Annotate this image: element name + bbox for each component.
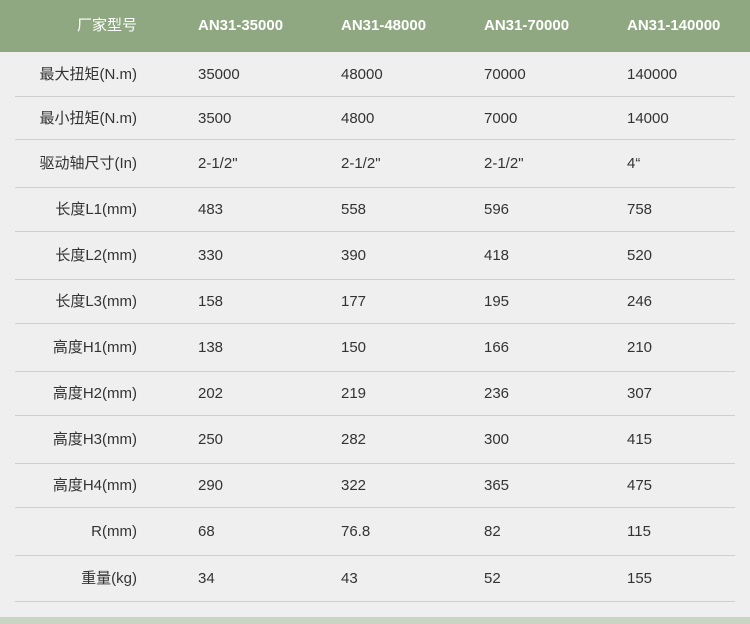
row-label: 长度L3(mm) [55, 293, 137, 310]
header-model-3: AN31-70000 [484, 17, 570, 34]
row-label: 高度H3(mm) [52, 431, 137, 448]
row-value-col2: 219 [341, 385, 367, 402]
row-value-col3: 52 [484, 570, 501, 587]
bottom-bar [0, 617, 750, 624]
row-value-col1: 158 [198, 293, 224, 310]
row-label: 最小扭矩(N.m) [39, 110, 138, 127]
row-value-col3: 166 [484, 339, 510, 356]
row-value-col3: 7000 [484, 110, 518, 127]
row-value-col1: 330 [198, 247, 224, 264]
row-value-col4: 140000 [627, 66, 678, 83]
table-row: R(mm) 68 76.8 82 115 [15, 508, 735, 556]
row-label: 高度H4(mm) [52, 477, 137, 494]
header-model-4: AN31-140000 [627, 17, 721, 34]
row-value-col2: 48000 [341, 66, 383, 83]
row-value-col2: 558 [341, 201, 367, 218]
row-value-col2: 43 [341, 570, 358, 587]
table-row: 长度L3(mm) 158 177 195 246 [15, 280, 735, 324]
row-value-col2: 322 [341, 477, 367, 494]
row-value-col1: 202 [198, 385, 224, 402]
row-value-col1: 138 [198, 339, 224, 356]
table-row: 重量(kg) 34 43 52 155 [15, 556, 735, 602]
row-value-col3: 70000 [484, 66, 526, 83]
row-value-col4: 14000 [627, 110, 669, 127]
row-value-col3: 195 [484, 293, 510, 310]
row-value-col4: 520 [627, 247, 653, 264]
row-value-col4: 415 [627, 431, 653, 448]
table-row: 长度L2(mm) 330 390 418 520 [15, 232, 735, 280]
row-value-col2: 282 [341, 431, 367, 448]
row-value-col4: 307 [627, 385, 653, 402]
row-value-col4: 155 [627, 570, 653, 587]
table-row: 驱动轴尺寸(In) 2-1/2" 2-1/2" 2-1/2" 4“ [15, 140, 735, 188]
row-value-col3: 596 [484, 201, 510, 218]
row-value-col2: 390 [341, 247, 367, 264]
table-row: 最小扭矩(N.m) 3500 4800 7000 14000 [15, 97, 735, 140]
row-value-col2: 177 [341, 293, 367, 310]
header-label: 厂家型号 [76, 17, 137, 34]
row-value-col4: 475 [627, 477, 653, 494]
row-value-col1: 35000 [198, 66, 240, 83]
row-value-col1: 34 [198, 570, 215, 587]
row-label: 驱动轴尺寸(In) [39, 155, 137, 172]
row-value-col1: 250 [198, 431, 224, 448]
row-value-col3: 300 [484, 431, 510, 448]
row-value-col4: 115 [627, 523, 651, 540]
table-row: 高度H1(mm) 138 150 166 210 [15, 324, 735, 372]
table-row: 长度L1(mm) 483 558 596 758 [15, 188, 735, 232]
header-model-1: AN31-35000 [198, 17, 284, 34]
row-value-col2: 76.8 [341, 523, 371, 540]
row-value-col3: 418 [484, 247, 510, 264]
row-value-col1: 68 [198, 523, 215, 540]
row-label: 高度H2(mm) [52, 385, 137, 402]
row-label: R(mm) [91, 523, 137, 540]
row-value-col1: 483 [198, 201, 224, 218]
row-value-col2: 150 [341, 339, 367, 356]
row-label: 高度H1(mm) [52, 339, 137, 356]
row-value-col3: 365 [484, 477, 510, 494]
row-value-col4: 758 [627, 201, 653, 218]
row-value-col4: 4“ [627, 155, 641, 172]
table-row: 高度H3(mm) 250 282 300 415 [15, 416, 735, 464]
table-row: 高度H4(mm) 290 322 365 475 [15, 464, 735, 508]
table-row: 高度H2(mm) 202 219 236 307 [15, 372, 735, 416]
row-label: 长度L1(mm) [55, 201, 137, 218]
table-row: 最大扭矩(N.m) 35000 48000 70000 140000 [15, 52, 735, 97]
row-value-col1: 290 [198, 477, 224, 494]
row-value-col4: 210 [627, 339, 653, 356]
row-label: 最大扭矩(N.m) [39, 66, 138, 83]
row-value-col1: 3500 [198, 110, 232, 127]
row-label: 重量(kg) [81, 570, 137, 587]
header-model-2: AN31-48000 [341, 17, 427, 34]
row-value-col3: 236 [484, 385, 510, 402]
row-value-col1: 2-1/2" [198, 155, 238, 172]
row-value-col3: 82 [484, 523, 501, 540]
table-header: 厂家型号 AN31-35000 AN31-48000 AN31-70000 AN… [0, 0, 750, 52]
row-label: 长度L2(mm) [55, 247, 137, 264]
row-value-col3: 2-1/2" [484, 155, 524, 172]
row-value-col4: 246 [627, 293, 653, 310]
row-value-col2: 4800 [341, 110, 375, 127]
row-value-col2: 2-1/2" [341, 155, 381, 172]
row-divider [15, 601, 735, 602]
